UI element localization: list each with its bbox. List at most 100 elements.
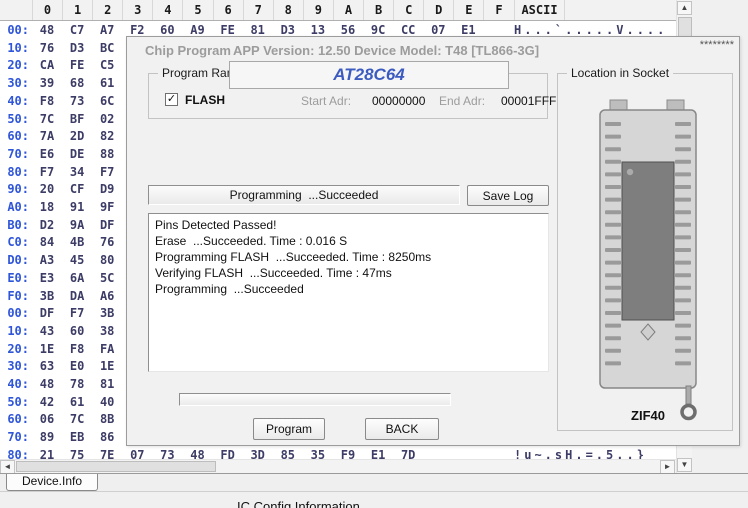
hex-byte[interactable]: 6C [93, 93, 121, 110]
hex-byte[interactable]: A7 [93, 22, 121, 39]
hex-byte[interactable]: F7 [93, 164, 121, 181]
scroll-up-icon[interactable]: ▲ [677, 1, 692, 15]
hex-byte[interactable]: 45 [63, 252, 91, 269]
hex-byte[interactable]: D2 [33, 217, 61, 234]
hex-byte[interactable]: F7 [33, 164, 61, 181]
back-button[interactable]: BACK [365, 418, 439, 440]
hex-byte[interactable]: D3 [63, 40, 91, 57]
hex-address: 60: [2, 128, 29, 145]
hex-byte[interactable]: C5 [93, 57, 121, 74]
hex-byte[interactable]: 76 [33, 40, 61, 57]
hex-byte[interactable]: 38 [93, 323, 121, 340]
hex-byte[interactable]: 48 [33, 376, 61, 393]
hex-byte[interactable]: DE [63, 146, 91, 163]
chip-body [622, 162, 674, 320]
hex-byte[interactable]: 78 [63, 376, 91, 393]
hex-byte[interactable]: DF [93, 217, 121, 234]
hex-header-col: F [485, 0, 515, 20]
hex-byte[interactable]: F8 [33, 93, 61, 110]
hex-byte[interactable]: 73 [63, 93, 91, 110]
hex-byte[interactable]: 7A [33, 128, 61, 145]
check-icon: ✓ [167, 93, 176, 105]
hex-byte[interactable]: 48 [33, 22, 61, 39]
app-window: 00:48C7A7F260A9FE81D313569CCC07E1H...`..… [0, 0, 748, 508]
horizontal-scrollbar-thumb[interactable] [16, 461, 216, 472]
progress-bar [179, 393, 451, 406]
hex-byte[interactable]: 18 [33, 199, 61, 216]
hex-byte[interactable]: 06 [33, 411, 61, 428]
hex-byte[interactable]: 3B [93, 305, 121, 322]
hex-byte[interactable]: 61 [93, 75, 121, 92]
hex-byte[interactable]: EB [63, 429, 91, 446]
hex-byte[interactable]: 42 [33, 394, 61, 411]
hex-header-col: 0 [33, 0, 63, 20]
hex-address: 80: [2, 164, 29, 181]
hex-byte[interactable]: 9A [63, 217, 91, 234]
hex-address: 90: [2, 181, 29, 198]
flash-checkbox[interactable]: ✓ [165, 93, 178, 106]
hex-byte[interactable]: 76 [93, 234, 121, 251]
hex-address: 40: [2, 93, 29, 110]
hex-byte[interactable]: 84 [33, 234, 61, 251]
hex-byte[interactable]: 7C [63, 411, 91, 428]
hex-byte[interactable]: 20 [33, 181, 61, 198]
hex-byte[interactable]: 2D [63, 128, 91, 145]
hex-byte[interactable]: C7 [63, 22, 91, 39]
hex-byte[interactable]: 6A [63, 270, 91, 287]
hex-byte[interactable]: 02 [93, 111, 121, 128]
hex-byte[interactable]: 8B [93, 411, 121, 428]
scroll-down-icon[interactable]: ▼ [677, 458, 692, 472]
hex-byte[interactable]: CA [33, 57, 61, 74]
hex-byte[interactable]: CF [63, 181, 91, 198]
hex-byte[interactable]: 60 [63, 323, 91, 340]
hex-byte[interactable]: BF [63, 111, 91, 128]
hex-address: E0: [2, 270, 29, 287]
hex-byte[interactable]: 80 [93, 252, 121, 269]
hex-byte[interactable]: 91 [63, 199, 91, 216]
hex-byte[interactable]: A3 [33, 252, 61, 269]
hex-byte[interactable]: E3 [33, 270, 61, 287]
hex-byte[interactable]: 9F [93, 199, 121, 216]
log-output[interactable]: Pins Detected Passed!Erase ...Succeeded.… [148, 213, 549, 372]
tab-device-info[interactable]: Device.Info [6, 474, 98, 491]
scroll-left-icon[interactable]: ◄ [0, 460, 15, 474]
hex-byte[interactable]: F7 [63, 305, 91, 322]
hex-byte[interactable]: 3B [33, 288, 61, 305]
hex-byte[interactable]: FA [93, 341, 121, 358]
hex-byte[interactable]: DA [63, 288, 91, 305]
scroll-right-icon[interactable]: ► [660, 460, 675, 474]
program-button[interactable]: Program [253, 418, 325, 440]
hex-byte[interactable]: 34 [63, 164, 91, 181]
hex-byte[interactable]: E6 [33, 146, 61, 163]
hex-byte[interactable]: FE [63, 57, 91, 74]
hex-byte[interactable]: 82 [93, 128, 121, 145]
hex-byte[interactable]: A6 [93, 288, 121, 305]
hex-address: 10: [2, 323, 29, 340]
hex-byte[interactable]: 4B [63, 234, 91, 251]
hex-byte[interactable]: 7C [33, 111, 61, 128]
hex-byte[interactable]: 86 [93, 429, 121, 446]
hex-byte[interactable]: 40 [93, 394, 121, 411]
hex-byte[interactable]: 1E [33, 341, 61, 358]
hex-byte[interactable]: 1E [93, 358, 121, 375]
hex-byte[interactable]: 5C [93, 270, 121, 287]
hex-header-col: A [334, 0, 364, 20]
dialog-header[interactable]: Chip Program APP Version: 12.50 Device M… [127, 37, 739, 63]
log-line: Erase ...Succeeded. Time : 0.016 S [155, 233, 542, 249]
save-log-button[interactable]: Save Log [467, 185, 549, 206]
hex-byte[interactable]: 63 [33, 358, 61, 375]
hex-byte[interactable]: 88 [93, 146, 121, 163]
hex-byte[interactable]: DF [33, 305, 61, 322]
hex-byte[interactable]: 68 [63, 75, 91, 92]
hex-byte[interactable]: E0 [63, 358, 91, 375]
horizontal-scrollbar[interactable]: ◄ ► [0, 459, 676, 473]
hex-byte[interactable]: F8 [63, 341, 91, 358]
hex-address: 20: [2, 341, 29, 358]
hex-byte[interactable]: BC [93, 40, 121, 57]
hex-byte[interactable]: 81 [93, 376, 121, 393]
hex-byte[interactable]: 39 [33, 75, 61, 92]
hex-byte[interactable]: 43 [33, 323, 61, 340]
hex-byte[interactable]: 61 [63, 394, 91, 411]
hex-byte[interactable]: 89 [33, 429, 61, 446]
hex-byte[interactable]: D9 [93, 181, 121, 198]
